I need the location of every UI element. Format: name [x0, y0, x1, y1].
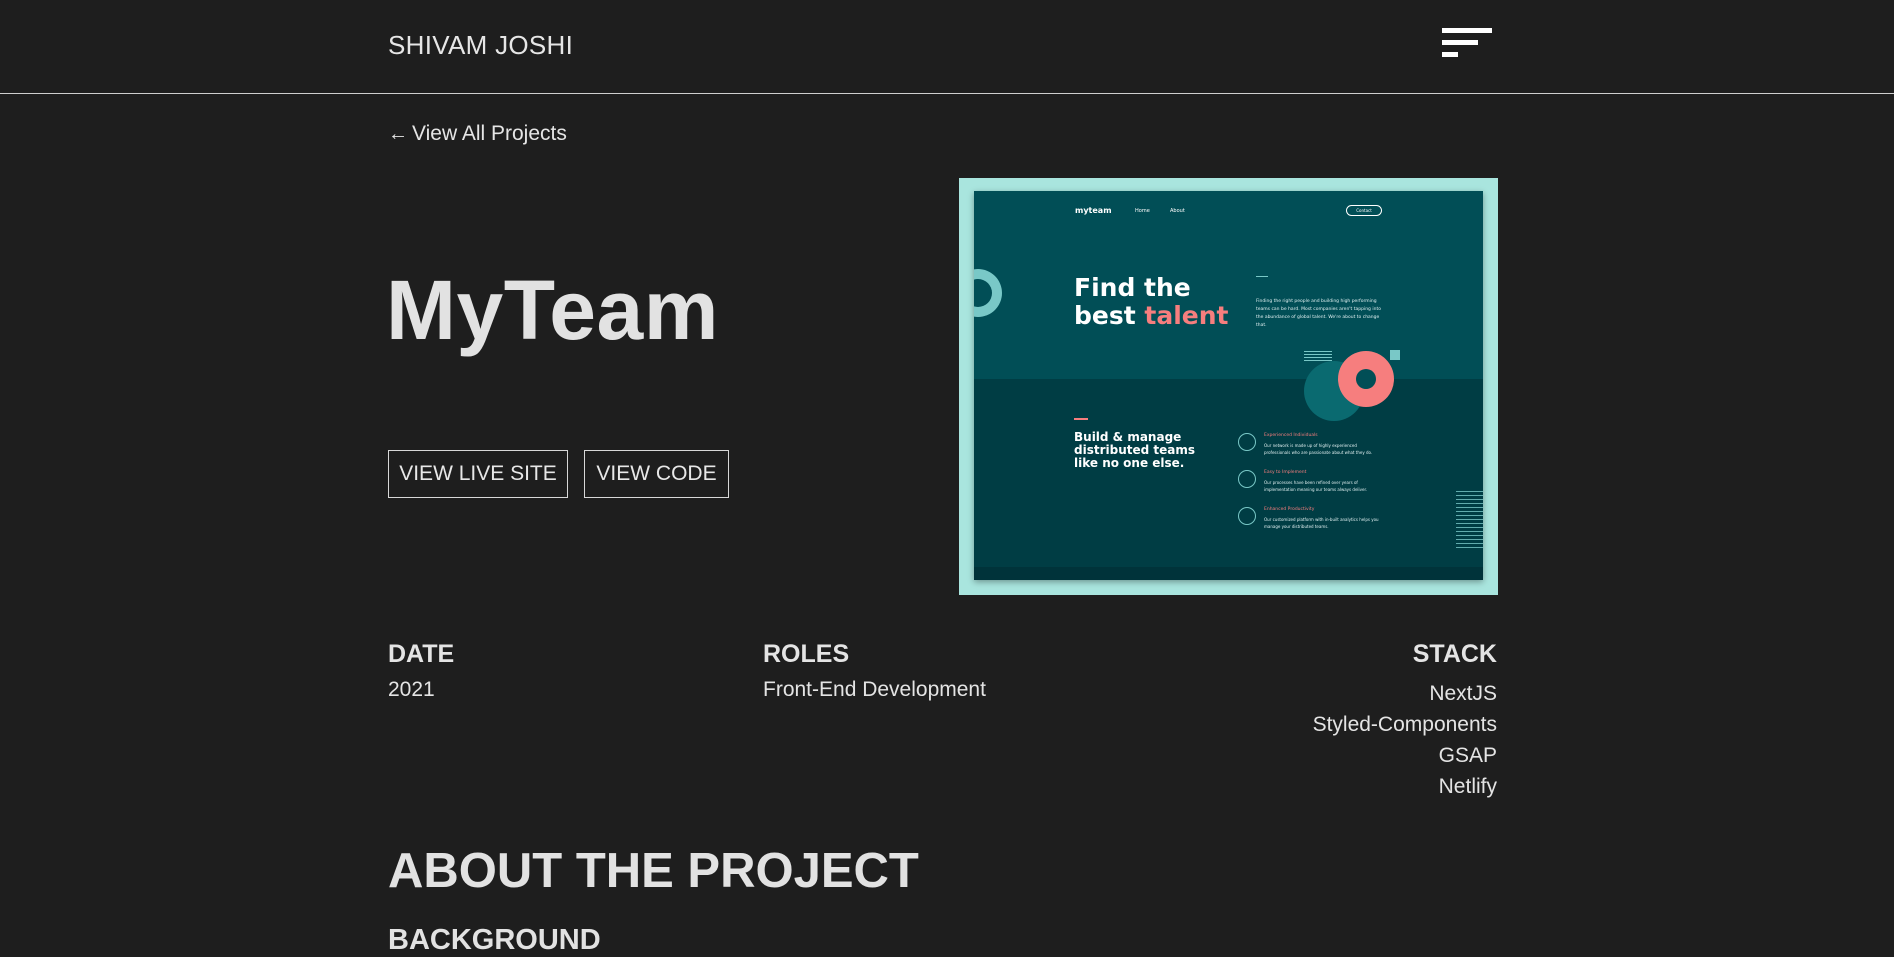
mock-dash: [1256, 276, 1268, 277]
view-code-button[interactable]: VIEW CODE: [584, 450, 729, 498]
project-preview-image: myteam Home About Contact Find the best …: [959, 178, 1498, 595]
menu-bar-middle: [1442, 40, 1478, 45]
mock-pink-dash: [1074, 418, 1088, 420]
mock-stripes-decoration: [1304, 351, 1332, 363]
date-heading: DATE: [388, 640, 455, 668]
mock-hero-line2: best talent: [1074, 302, 1229, 330]
mock-logo: myteam: [1075, 206, 1112, 215]
menu-bar-bottom: [1442, 52, 1458, 57]
mock-feature-desc: Our processes have been refined over yea…: [1264, 480, 1368, 492]
mock-bottom-bar: [974, 567, 1483, 580]
mock-feature-title: Experienced Individuals: [1264, 433, 1318, 438]
mock-feature-title: Enhanced Productivity: [1264, 507, 1315, 512]
view-all-projects-label: View All Projects: [412, 122, 567, 145]
brand-name[interactable]: SHIVAM JOSHI: [388, 30, 573, 61]
mock-hero-text: Finding the right people and building hi…: [1256, 299, 1381, 328]
mock-build-heading: Build & manage distributed teams like no…: [1074, 431, 1195, 470]
view-all-projects-link[interactable]: ← View All Projects: [388, 122, 567, 146]
mock-hero-line1: Find the: [1074, 273, 1191, 302]
mock-hero-talent: talent: [1144, 301, 1229, 330]
mock-feature-desc: Our network is made up of highly experie…: [1264, 443, 1373, 455]
stack-list: NextJS Styled-Components GSAP Netlify: [1313, 678, 1497, 802]
mock-nav-home: Home: [1135, 208, 1150, 214]
mock-contact-button: Contact: [1346, 205, 1382, 216]
site-header: SHIVAM JOSHI: [0, 0, 1894, 94]
mock-feature-title: Easy to Implement: [1264, 470, 1307, 475]
stack-heading: STACK: [1412, 640, 1497, 668]
mock-lower-section: [974, 379, 1483, 580]
gear-icon: [1238, 470, 1256, 488]
stack-item: Styled-Components: [1312, 713, 1497, 736]
stack-item: NextJS: [1429, 682, 1497, 705]
arrow-left-icon: ←: [388, 122, 408, 145]
menu-bar-top: [1442, 28, 1492, 33]
about-heading: ABOUT THE PROJECT: [388, 844, 919, 898]
date-value: 2021: [388, 678, 435, 701]
chart-icon: [1238, 507, 1256, 525]
mock-build-line3: like no one else.: [1074, 456, 1185, 470]
people-icon: [1238, 433, 1256, 451]
mock-hero-best: best: [1074, 301, 1145, 330]
stack-item: GSAP: [1438, 744, 1497, 767]
mock-square-decoration: [1390, 350, 1400, 360]
mock-circle-decoration: [974, 269, 1002, 317]
hamburger-menu-icon[interactable]: [1442, 28, 1494, 60]
project-title: MyTeam: [386, 263, 719, 357]
mock-nav-about: About: [1170, 208, 1185, 214]
mock-pink-ring-decoration: [1338, 351, 1394, 407]
view-live-site-button[interactable]: VIEW LIVE SITE: [388, 450, 568, 498]
roles-heading: ROLES: [763, 640, 850, 668]
roles-value: Front-End Development: [763, 678, 986, 701]
mock-feature-desc: Our customized platform with in-built an…: [1264, 517, 1379, 529]
mock-side-lines-decoration: [1456, 491, 1483, 551]
preview-mockup: myteam Home About Contact Find the best …: [974, 191, 1483, 580]
background-heading: BACKGROUND: [388, 924, 601, 956]
stack-item: Netlify: [1438, 775, 1497, 798]
